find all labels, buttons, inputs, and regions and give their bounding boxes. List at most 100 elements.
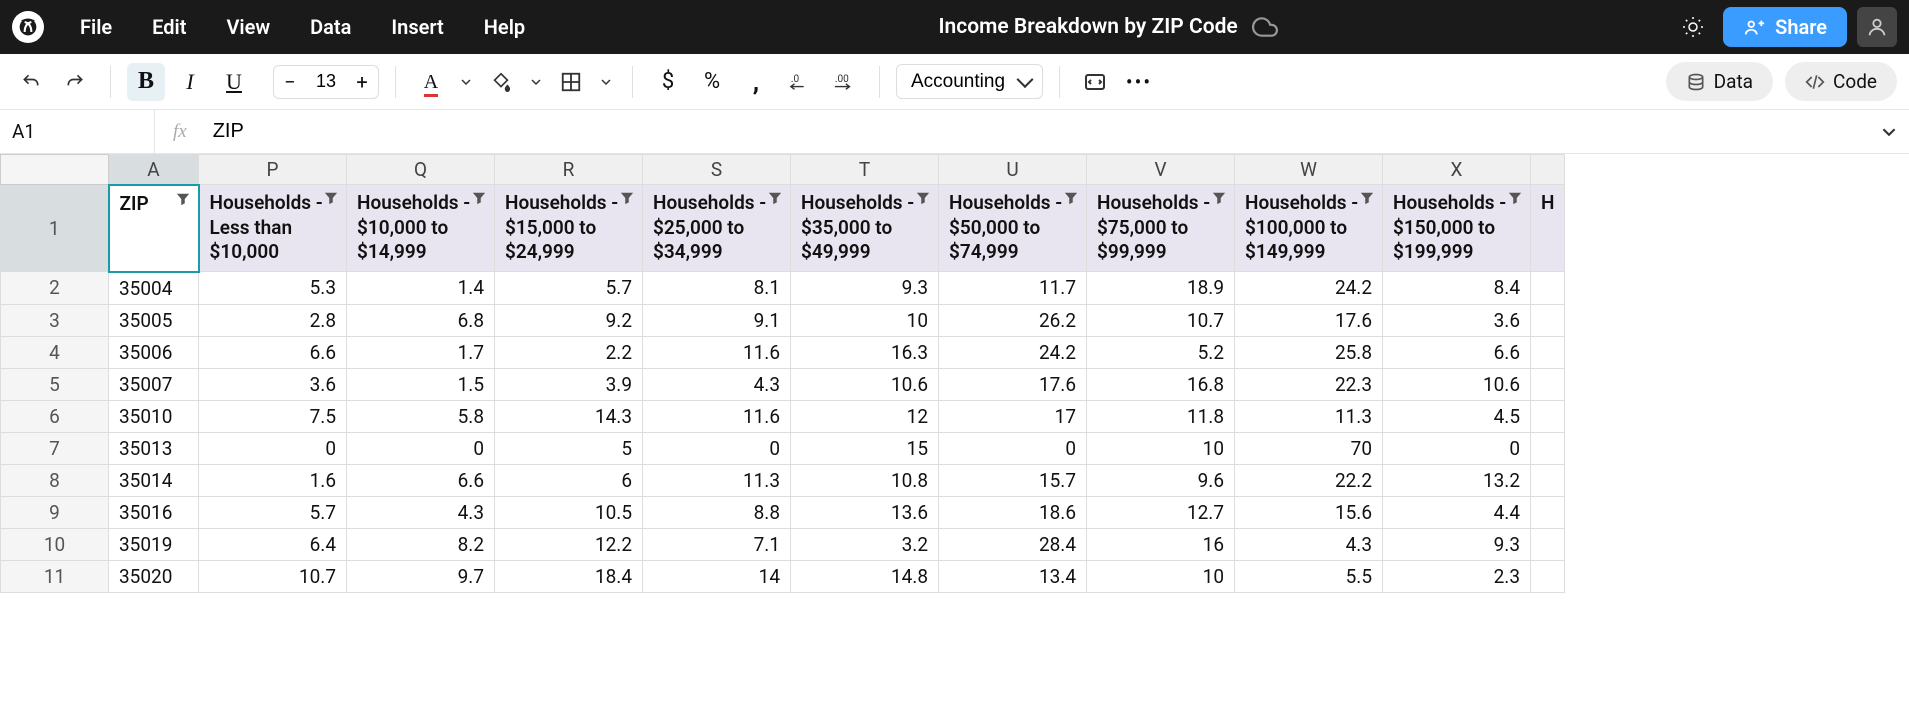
cell[interactable]: 9.3: [1383, 528, 1531, 560]
column-header[interactable]: A: [109, 155, 199, 185]
cell[interactable]: 9.3: [791, 272, 939, 305]
font-size-decrease[interactable]: −: [274, 66, 306, 98]
column-header[interactable]: V: [1087, 155, 1235, 185]
cell[interactable]: 5.8: [347, 400, 495, 432]
code-cell-button[interactable]: [1076, 63, 1114, 101]
cell[interactable]: 35013: [109, 432, 199, 464]
cell[interactable]: 10: [1087, 560, 1235, 592]
cell-header[interactable]: Households - $35,000 to $49,999: [791, 185, 939, 272]
cell-header[interactable]: Households - Less than $10,000: [199, 185, 347, 272]
cell[interactable]: 4.5: [1383, 400, 1531, 432]
cell[interactable]: 17.6: [939, 368, 1087, 400]
column-header[interactable]: R: [495, 155, 643, 185]
filter-icon[interactable]: [1212, 191, 1226, 205]
cell[interactable]: 22.2: [1235, 464, 1383, 496]
redo-button[interactable]: [56, 63, 94, 101]
row-header[interactable]: 7: [1, 432, 109, 464]
fill-color-button[interactable]: [482, 63, 520, 101]
cell[interactable]: 2.8: [199, 304, 347, 336]
cell[interactable]: 9.1: [643, 304, 791, 336]
cell[interactable]: 2.2: [495, 336, 643, 368]
comma-button[interactable]: ,: [737, 63, 775, 101]
cell[interactable]: 3.2: [791, 528, 939, 560]
cell[interactable]: 6.6: [199, 336, 347, 368]
cell[interactable]: 12.7: [1087, 496, 1235, 528]
cell-header[interactable]: Households - $150,000 to $199,999: [1383, 185, 1531, 272]
cell[interactable]: 16.8: [1087, 368, 1235, 400]
cell[interactable]: 3.9: [495, 368, 643, 400]
column-header[interactable]: Q: [347, 155, 495, 185]
cell[interactable]: 5: [495, 432, 643, 464]
cell[interactable]: 11.3: [1235, 400, 1383, 432]
filter-icon[interactable]: [472, 191, 486, 205]
row-header[interactable]: 2: [1, 272, 109, 305]
cell[interactable]: 10.6: [1383, 368, 1531, 400]
cell-reference[interactable]: A1: [0, 110, 155, 153]
cell[interactable]: 17: [939, 400, 1087, 432]
cell[interactable]: 7.1: [643, 528, 791, 560]
column-header[interactable]: X: [1383, 155, 1531, 185]
cell[interactable]: 5.7: [199, 496, 347, 528]
more-button[interactable]: •••: [1120, 63, 1158, 101]
cell[interactable]: 18.6: [939, 496, 1087, 528]
number-format-select[interactable]: Accounting: [896, 64, 1043, 99]
cell[interactable]: 11.8: [1087, 400, 1235, 432]
cell[interactable]: 11.6: [643, 400, 791, 432]
user-menu-button[interactable]: [1857, 7, 1897, 47]
cell[interactable]: 22.3: [1235, 368, 1383, 400]
cell[interactable]: 24.2: [939, 336, 1087, 368]
currency-button[interactable]: $: [649, 63, 687, 101]
cell-header[interactable]: Households - $15,000 to $24,999: [495, 185, 643, 272]
cell-header[interactable]: Households - $50,000 to $74,999: [939, 185, 1087, 272]
cell[interactable]: 6.8: [347, 304, 495, 336]
cell[interactable]: 16.3: [791, 336, 939, 368]
column-header[interactable]: S: [643, 155, 791, 185]
cell-header-zip[interactable]: ZIP: [109, 185, 199, 272]
document-title[interactable]: Income Breakdown by ZIP Code: [939, 15, 1238, 39]
cell[interactable]: 13.4: [939, 560, 1087, 592]
cell[interactable]: 17.6: [1235, 304, 1383, 336]
cell[interactable]: 35005: [109, 304, 199, 336]
underline-button[interactable]: U: [215, 63, 253, 101]
cell[interactable]: 70: [1235, 432, 1383, 464]
cell-header[interactable]: Households - $100,000 to $149,999: [1235, 185, 1383, 272]
cell[interactable]: 35019: [109, 528, 199, 560]
cell[interactable]: 6: [495, 464, 643, 496]
cell[interactable]: 18.4: [495, 560, 643, 592]
cell[interactable]: 0: [643, 432, 791, 464]
cell[interactable]: 8.2: [347, 528, 495, 560]
cell[interactable]: 4.3: [347, 496, 495, 528]
undo-button[interactable]: [12, 63, 50, 101]
menu-insert[interactable]: Insert: [373, 7, 461, 47]
cell-partial[interactable]: [1531, 304, 1565, 336]
cell[interactable]: 15: [791, 432, 939, 464]
menu-edit[interactable]: Edit: [134, 7, 204, 47]
cell[interactable]: 0: [347, 432, 495, 464]
row-header[interactable]: 10: [1, 528, 109, 560]
select-all-corner[interactable]: [1, 155, 109, 185]
cell[interactable]: 1.6: [199, 464, 347, 496]
cell-partial[interactable]: [1531, 368, 1565, 400]
cell[interactable]: 0: [199, 432, 347, 464]
row-header[interactable]: 11: [1, 560, 109, 592]
cell-header-partial[interactable]: H: [1531, 185, 1565, 272]
cell[interactable]: 0: [1383, 432, 1531, 464]
cell-header[interactable]: Households - $25,000 to $34,999: [643, 185, 791, 272]
cell[interactable]: 35014: [109, 464, 199, 496]
cell[interactable]: 4.4: [1383, 496, 1531, 528]
menu-view[interactable]: View: [208, 7, 288, 47]
font-size-increase[interactable]: +: [346, 66, 378, 98]
borders-dropdown[interactable]: [596, 63, 616, 101]
cell[interactable]: 9.2: [495, 304, 643, 336]
filter-icon[interactable]: [620, 191, 634, 205]
cell[interactable]: 3.6: [1383, 304, 1531, 336]
row-header[interactable]: 1: [1, 185, 109, 272]
row-header[interactable]: 9: [1, 496, 109, 528]
cell[interactable]: 3.6: [199, 368, 347, 400]
formula-input[interactable]: [205, 120, 1869, 143]
cell[interactable]: 24.2: [1235, 272, 1383, 305]
cell-header[interactable]: Households - $75,000 to $99,999: [1087, 185, 1235, 272]
cell[interactable]: 6.4: [199, 528, 347, 560]
cell-partial[interactable]: [1531, 336, 1565, 368]
share-button[interactable]: Share: [1723, 7, 1847, 47]
